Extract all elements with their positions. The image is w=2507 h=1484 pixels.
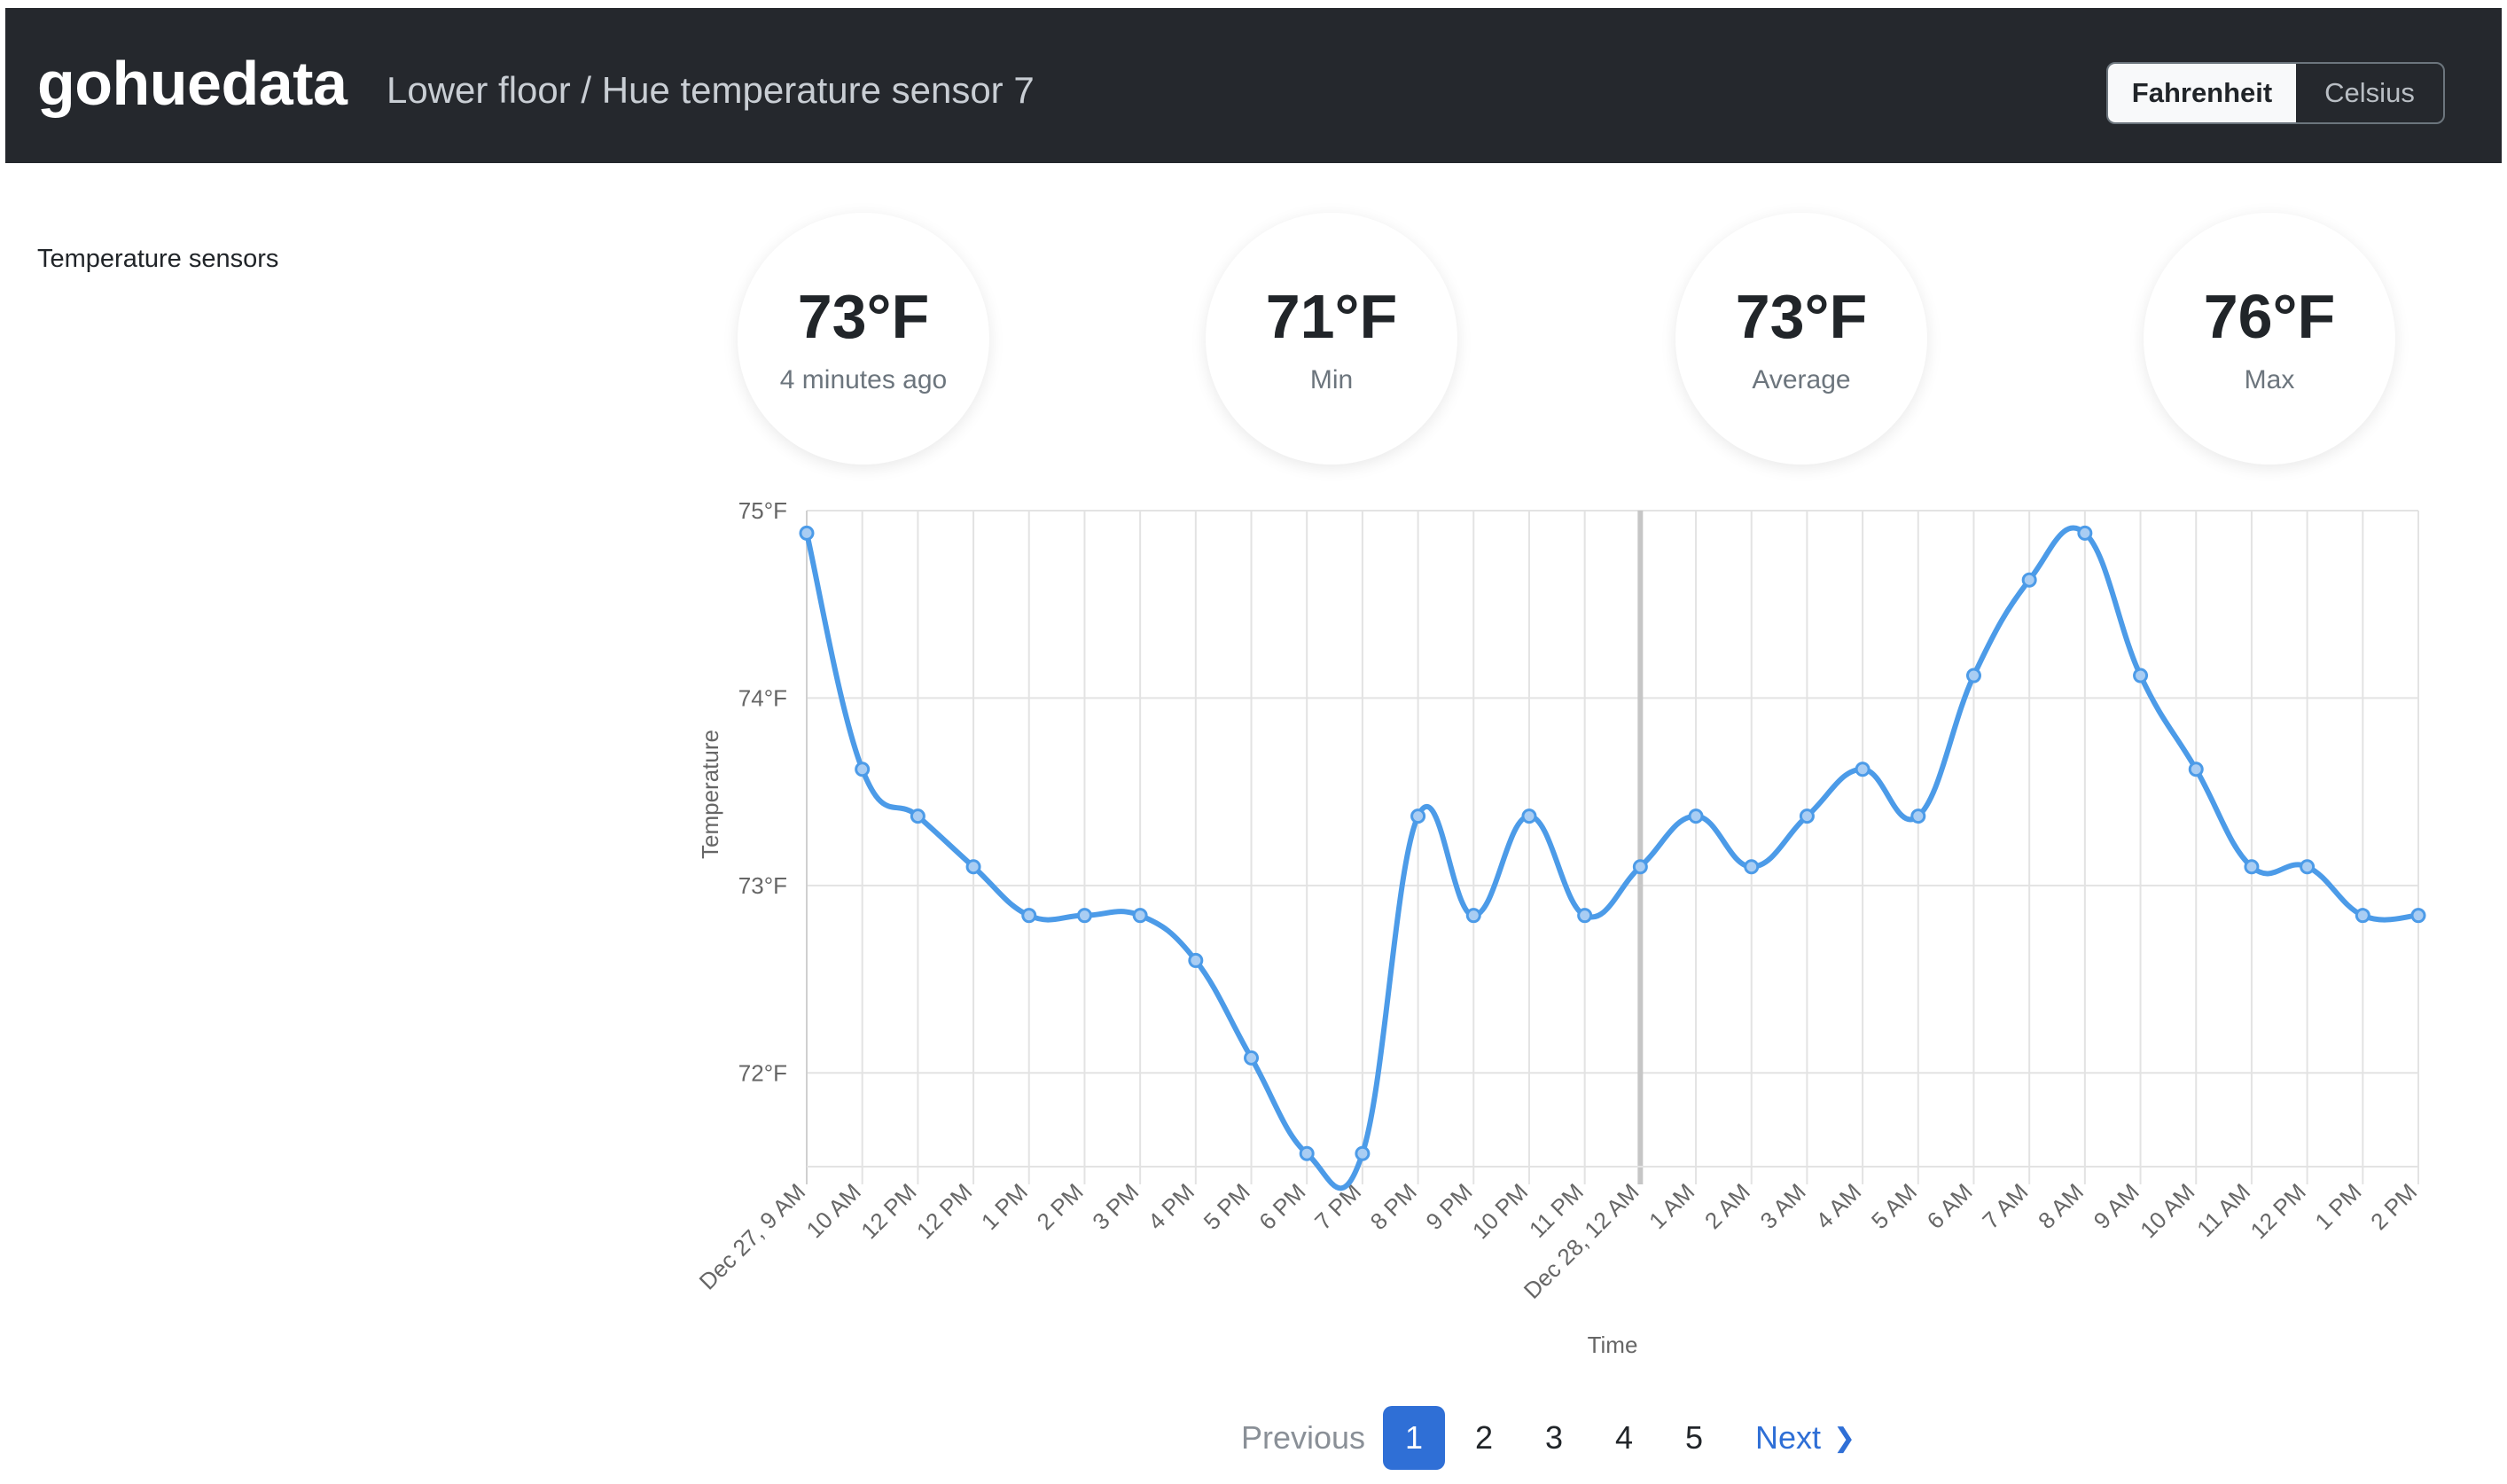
x-axis-title: Time xyxy=(1588,1332,1638,1358)
x-tick-label: 5 PM xyxy=(1199,1178,1255,1235)
data-point xyxy=(2021,572,2037,588)
data-point xyxy=(1799,808,1815,824)
y-axis-title: Temperature xyxy=(697,730,723,859)
data-point xyxy=(1188,952,1204,968)
stat-label: Max xyxy=(2244,365,2295,394)
x-tick-label: 3 AM xyxy=(1755,1178,1811,1234)
data-point xyxy=(965,859,981,875)
data-point xyxy=(1465,908,1481,924)
x-tick-label: 1 PM xyxy=(2309,1178,2366,1235)
y-tick-label: 75°F xyxy=(738,497,787,524)
data-point xyxy=(2410,908,2426,924)
x-tick-label: 7 AM xyxy=(1977,1178,2033,1234)
x-tick-label: 3 PM xyxy=(1087,1178,1144,1235)
celsius-button[interactable]: Celsius xyxy=(2296,64,2443,122)
data-point xyxy=(1132,908,1148,924)
temperature-chart: 75°F74°F73°F72°FDec 27, 9 AM10 AM12 PM12… xyxy=(694,497,2426,1358)
page-link-4[interactable]: 4 xyxy=(1593,1406,1655,1470)
y-tick-label: 72°F xyxy=(738,1059,787,1086)
x-tick-label: 2 PM xyxy=(2365,1178,2422,1235)
data-point xyxy=(1299,1145,1315,1161)
top-navbar: gohuedata Lower floor / Hue temperature … xyxy=(5,8,2502,163)
y-tick-label: 73°F xyxy=(738,872,787,899)
chevron-right-icon: ❯ xyxy=(1833,1423,1856,1453)
data-point xyxy=(799,525,815,541)
temperature-series-line xyxy=(804,525,2419,1191)
sidebar-title[interactable]: Temperature sensors xyxy=(37,245,278,274)
x-tick-label: 6 AM xyxy=(1922,1178,1978,1234)
page-link-2[interactable]: 2 xyxy=(1453,1406,1515,1470)
stat-value: 76°F xyxy=(2203,282,2336,351)
previous-page-link[interactable]: Previous xyxy=(1223,1406,1383,1470)
x-tick-label: 10 AM xyxy=(801,1178,866,1243)
x-tick-label: Dec 27, 9 AM xyxy=(694,1178,811,1295)
page-link-3[interactable]: 3 xyxy=(1523,1406,1585,1470)
unit-toggle: Fahrenheit Celsius xyxy=(2106,62,2445,124)
stat-value: 73°F xyxy=(1735,282,1868,351)
data-point xyxy=(1355,1145,1371,1161)
stat-value: 73°F xyxy=(797,282,930,351)
pagination: Previous 1 2 3 4 5 Next ❯ xyxy=(1223,1406,1855,1470)
next-page-link[interactable]: Next ❯ xyxy=(1755,1406,1855,1470)
brand-logo[interactable]: gohuedata xyxy=(37,52,348,114)
stat-min: 71°F Min xyxy=(1206,213,1457,465)
page-link-5[interactable]: 5 xyxy=(1663,1406,1725,1470)
stat-label: 4 minutes ago xyxy=(779,365,948,394)
x-tick-label: 1 PM xyxy=(976,1178,1033,1235)
x-tick-label: 2 PM xyxy=(1032,1178,1089,1235)
x-tick-label: 6 PM xyxy=(1254,1178,1310,1235)
x-tick-label: 12 PM xyxy=(2245,1178,2311,1244)
x-tick-label: 8 AM xyxy=(2033,1178,2089,1234)
data-point xyxy=(2133,668,2149,683)
x-tick-label: 4 AM xyxy=(1810,1178,1866,1234)
data-point xyxy=(1410,808,1426,824)
x-tick-label: 5 AM xyxy=(1866,1178,1922,1234)
data-point xyxy=(2077,525,2093,541)
stat-label: Min xyxy=(1309,365,1354,394)
data-point xyxy=(910,808,925,824)
data-point xyxy=(1632,859,1648,875)
x-tick-label: 12 PM xyxy=(911,1178,977,1244)
x-tick-label: 4 PM xyxy=(1143,1178,1199,1235)
stat-label: Average xyxy=(1752,365,1851,394)
data-point xyxy=(1521,808,1537,824)
data-point xyxy=(2300,859,2316,875)
stat-value: 71°F xyxy=(1265,282,1398,351)
x-tick-label: 11 AM xyxy=(2191,1178,2255,1242)
x-tick-label: 2 AM xyxy=(1699,1178,1755,1234)
data-point xyxy=(855,762,871,777)
data-point xyxy=(1076,908,1092,924)
breadcrumb: Lower floor / Hue temperature sensor 7 xyxy=(387,69,1035,111)
data-point xyxy=(1744,859,1760,875)
data-point xyxy=(2355,908,2370,924)
next-label: Next xyxy=(1755,1419,1822,1456)
data-point xyxy=(2244,859,2260,875)
data-point xyxy=(1688,808,1704,824)
x-tick-label: 12 PM xyxy=(855,1178,921,1244)
data-point xyxy=(1965,668,1981,683)
page-link-1[interactable]: 1 xyxy=(1383,1406,1445,1470)
stat-current: 73°F 4 minutes ago xyxy=(738,213,989,465)
data-point xyxy=(1855,762,1870,777)
stat-max: 76°F Max xyxy=(2144,213,2395,465)
data-point xyxy=(1577,908,1593,924)
data-point xyxy=(1244,1050,1260,1066)
x-tick-label: 1 AM xyxy=(1644,1178,1699,1234)
x-tick-label: 8 PM xyxy=(1365,1178,1422,1235)
data-point xyxy=(1021,908,1037,924)
x-tick-label: 10 AM xyxy=(2135,1178,2199,1243)
stat-average: 73°F Average xyxy=(1675,213,1927,465)
y-tick-label: 74°F xyxy=(738,684,787,711)
data-point xyxy=(1910,808,1926,824)
fahrenheit-button[interactable]: Fahrenheit xyxy=(2108,64,2296,122)
data-point xyxy=(2188,762,2204,777)
x-tick-label: 10 PM xyxy=(1467,1178,1533,1244)
